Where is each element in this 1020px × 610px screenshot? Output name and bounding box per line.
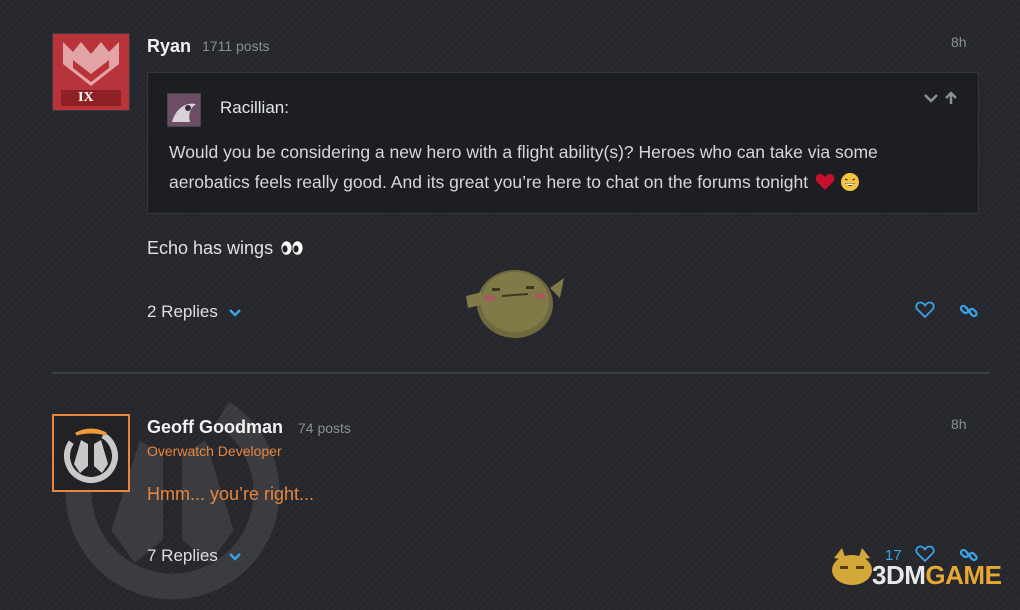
quote-text: Would you be considering a new hero with… bbox=[169, 137, 939, 197]
post-count: 74 posts bbox=[298, 420, 351, 436]
post-time[interactable]: 8h bbox=[951, 34, 967, 50]
watermark-prefix: 3DM bbox=[872, 560, 926, 590]
avatar[interactable]: IX bbox=[52, 33, 130, 111]
quote-author[interactable]: Racillian: bbox=[220, 98, 289, 118]
heart-icon[interactable] bbox=[915, 301, 935, 324]
quote-text-body: Would you be considering a new hero with… bbox=[169, 142, 878, 192]
rank-badge-label: IX bbox=[78, 90, 94, 105]
watermark-suffix: GAME bbox=[925, 560, 1002, 590]
post-count: 1711 posts bbox=[202, 38, 270, 54]
eyes-emoji-icon bbox=[280, 240, 304, 256]
arrow-up-icon[interactable] bbox=[944, 91, 958, 108]
post-divider bbox=[52, 372, 990, 374]
chevron-down-icon bbox=[228, 549, 241, 564]
post-body-text: Hmm... you’re right... bbox=[147, 484, 315, 504]
chevron-down-icon[interactable] bbox=[923, 91, 939, 107]
post-time[interactable]: 8h bbox=[951, 416, 967, 432]
post-body-text: Echo has wings bbox=[147, 238, 274, 258]
developer-title: Overwatch Developer bbox=[147, 443, 282, 459]
heart-emoji-icon bbox=[815, 173, 835, 190]
overwatch-logo-icon bbox=[54, 416, 128, 490]
avatar[interactable] bbox=[52, 414, 130, 492]
link-icon[interactable] bbox=[959, 301, 979, 326]
3dmgame-watermark: 3DMGAME bbox=[872, 560, 1002, 591]
author-name[interactable]: Geoff Goodman bbox=[147, 417, 283, 438]
post-body: Echo has wings bbox=[147, 238, 304, 259]
replies-toggle[interactable]: 2 Replies bbox=[147, 302, 241, 322]
quote-avatar-icon bbox=[168, 94, 200, 126]
3dm-mascot-icon bbox=[832, 548, 872, 585]
replies-label: 2 Replies bbox=[147, 302, 218, 321]
quote-block: Racillian: Would you be considering a ne… bbox=[147, 72, 979, 214]
mascot-sticker-icon bbox=[466, 270, 564, 338]
author-name[interactable]: Ryan bbox=[147, 36, 191, 57]
chevron-down-icon bbox=[228, 305, 241, 320]
grin-emoji-icon bbox=[840, 173, 859, 191]
replies-toggle[interactable]: 7 Replies bbox=[147, 546, 241, 566]
quote-avatar[interactable] bbox=[167, 93, 201, 127]
replies-label: 7 Replies bbox=[147, 546, 218, 565]
